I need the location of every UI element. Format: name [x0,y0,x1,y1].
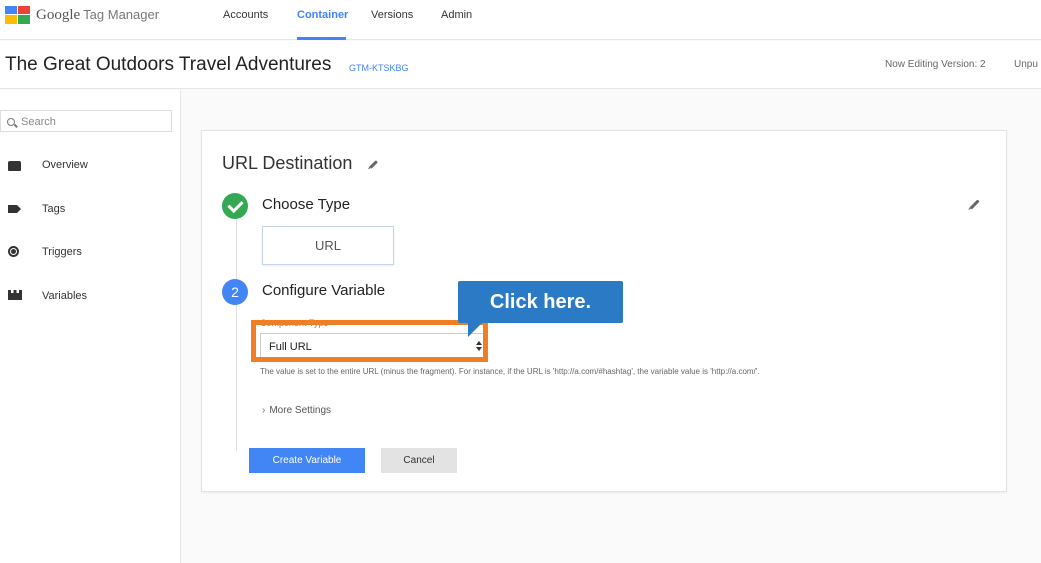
folder-icon [8,161,21,171]
component-type-help: The value is set to the entire URL (minu… [260,367,760,376]
sidebar-item-label: Triggers [42,246,82,258]
tutorial-highlight-box [251,320,488,362]
sidebar-item-overview[interactable]: Overview [0,154,180,178]
step-connector [236,219,237,451]
more-settings-toggle[interactable]: › More Settings [262,405,331,416]
variable-name: URL Destination [222,153,353,173]
step-number-badge: 2 [222,279,248,305]
container-name: The Great Outdoors Travel Adventures [5,54,332,75]
top-navigation: Google Tag Manager Accounts Container Ver… [0,0,1041,40]
brand-product: Tag Manager [83,7,160,22]
tab-container[interactable]: Container [297,9,348,21]
tab-versions[interactable]: Versions [371,9,413,21]
callout-pointer [468,323,482,337]
search-input[interactable] [21,114,166,129]
variables-icon [8,290,22,300]
tutorial-callout: Click here. [458,281,623,323]
step-choose-type-title: Choose Type [262,196,351,213]
sidebar-item-triggers[interactable]: Triggers [0,241,180,265]
active-tab-indicator [297,37,346,40]
step-complete-check-icon [222,193,248,219]
sidebar: Overview Tags Triggers Variables [0,90,181,563]
search-icon [7,118,15,126]
sidebar-item-label: Tags [42,203,66,215]
step-configure-title: Configure Variable [262,282,386,299]
tab-accounts[interactable]: Accounts [223,9,268,21]
container-id[interactable]: GTM-KTSKBG [349,63,409,73]
trigger-icon [8,246,19,257]
tag-icon [8,205,21,213]
rename-pencil-icon[interactable] [369,160,378,169]
create-variable-button[interactable]: Create Variable [249,448,365,473]
tag-manager-logo-icon [5,6,30,24]
publish-status: Unpu [1014,59,1038,70]
tab-admin[interactable]: Admin [441,9,472,21]
sidebar-search [0,110,172,132]
edit-type-pencil-icon[interactable] [969,199,980,210]
variable-type-selector[interactable]: URL [262,226,394,265]
sidebar-item-tags[interactable]: Tags [0,198,180,222]
container-header: The Great Outdoors Travel Adventures GTM… [0,41,1041,89]
sidebar-item-variables[interactable]: Variables [0,285,180,309]
version-info: Now Editing Version: 2 [885,59,986,70]
chevron-right-icon: › [262,405,266,416]
sidebar-item-label: Variables [42,290,88,302]
more-settings-label: More Settings [269,405,332,416]
cancel-button[interactable]: Cancel [381,448,457,473]
brand-name[interactable]: Google Tag Manager [36,7,159,24]
brand-google: Google [36,7,81,23]
sidebar-item-label: Overview [42,159,88,171]
